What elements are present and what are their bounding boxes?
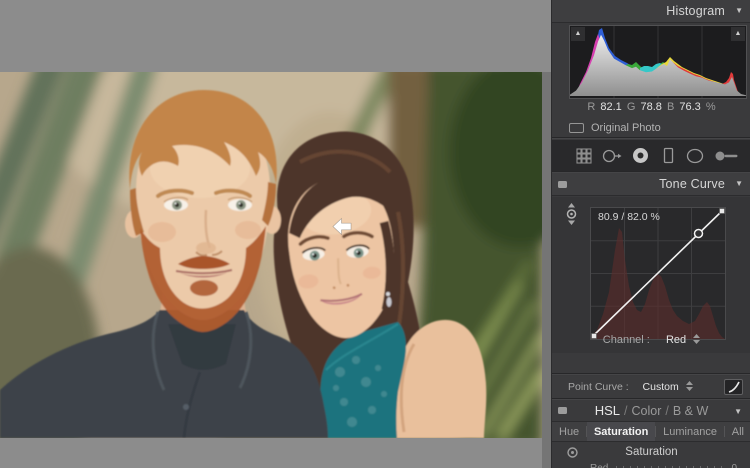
shadow-clipping-toggle[interactable]: ▲ <box>571 27 585 41</box>
red-slider-label: Red <box>590 463 608 468</box>
original-photo-checkbox-icon[interactable] <box>569 123 584 133</box>
photo-canvas[interactable] <box>0 72 542 438</box>
channel-row: Channel : Red <box>552 334 750 347</box>
r-label: R <box>587 101 596 113</box>
hsl-tabs: Hue Saturation Luminance All <box>552 421 750 442</box>
hsl-mode[interactable]: HSL <box>595 403 620 418</box>
tab-luminance[interactable]: Luminance <box>656 422 724 441</box>
curve-endpoint-highlights[interactable] <box>719 208 725 214</box>
color-mode[interactable]: Color <box>632 404 662 418</box>
adjustment-brush-tool-icon[interactable] <box>714 148 739 164</box>
channel-label: Channel : <box>602 334 650 346</box>
histogram-box[interactable]: ▲ ▲ <box>569 25 747 99</box>
tab-saturation[interactable]: Saturation <box>586 422 656 441</box>
histogram-title: Histogram <box>666 4 725 18</box>
histogram-panel-header[interactable]: Histogram ▼ <box>552 0 750 23</box>
saturation-section-title: Saturation <box>625 446 678 458</box>
histogram-chart <box>570 26 746 98</box>
collapse-triangle-icon[interactable]: ▼ <box>735 6 743 15</box>
r-value: 82.1 <box>600 101 622 113</box>
red-eye-tool-icon[interactable] <box>632 147 649 164</box>
point-curve-row: Point Curve : Custom <box>552 376 750 398</box>
g-value: 78.8 <box>640 101 662 113</box>
original-photo-row[interactable]: Original Photo <box>569 120 661 136</box>
graduated-filter-tool-icon[interactable] <box>660 147 676 164</box>
b-value: 76.3 <box>679 101 701 113</box>
curve-control-point[interactable] <box>693 228 704 239</box>
b-label: B <box>666 101 675 113</box>
original-photo-label: Original Photo <box>591 122 661 134</box>
channel-stepper-icon[interactable] <box>693 334 701 347</box>
tab-hue[interactable]: Hue <box>552 422 586 441</box>
crop-tool-icon[interactable] <box>576 147 592 164</box>
divider <box>552 137 750 139</box>
red-saturation-slider-partial[interactable]: Red 0 <box>552 462 750 468</box>
targeted-adjustment-tool-icon[interactable] <box>565 203 578 230</box>
tone-curve-panel-header[interactable]: Tone Curve ▼ <box>552 173 750 196</box>
tool-strip <box>552 140 750 171</box>
collapse-triangle-icon[interactable]: ▼ <box>735 179 743 188</box>
highlight-clipping-toggle[interactable]: ▲ <box>731 27 745 41</box>
curve-point-readout: 80.9 / 82.0 % <box>598 211 660 223</box>
divider <box>552 373 750 375</box>
saturation-section: Saturation <box>552 444 750 462</box>
tone-curve-plot[interactable]: 80.9 / 82.0 % <box>590 207 726 340</box>
point-curve-stepper-icon[interactable] <box>685 377 693 399</box>
divider <box>552 398 750 400</box>
point-curve-select[interactable]: Custom <box>643 381 679 393</box>
panel-marker-icon[interactable] <box>558 181 567 188</box>
tone-curve-title: Tone Curve <box>659 177 725 191</box>
photo-illustration <box>0 72 542 438</box>
point-curve-label: Point Curve : <box>568 381 629 393</box>
red-slider-value[interactable]: 0 <box>731 463 737 468</box>
bw-mode[interactable]: B & W <box>673 404 708 418</box>
collapse-triangle-icon[interactable]: ▼ <box>734 407 742 416</box>
channel-select[interactable]: Red <box>666 334 686 346</box>
tone-curve-section: 80.9 / 82.0 % Channel : Red <box>552 197 750 353</box>
tab-all[interactable]: All <box>725 422 750 441</box>
edit-point-curve-button[interactable] <box>724 379 743 395</box>
g-label: G <box>626 101 636 113</box>
percent-sign: % <box>705 101 716 113</box>
right-panel: Histogram ▼ ▲ ▲ R 82.1 G 78.8 B 76.3 % O… <box>551 0 750 468</box>
earring <box>386 292 390 296</box>
canvas-gutter <box>542 72 551 468</box>
spot-removal-tool-icon[interactable] <box>602 148 622 164</box>
rgb-readout: R 82.1 G 78.8 B 76.3 % <box>552 101 750 113</box>
tone-curve-chart <box>591 208 725 339</box>
radial-filter-tool-icon[interactable] <box>686 148 704 164</box>
